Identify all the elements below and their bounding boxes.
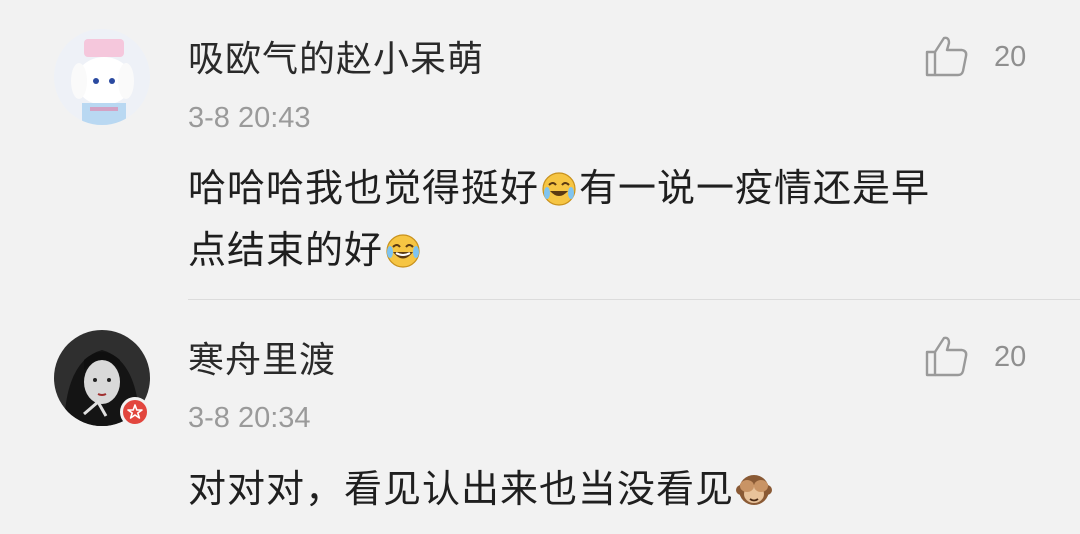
star-icon <box>127 404 143 419</box>
avatar-image <box>54 29 150 125</box>
tears-of-joy-emoji-icon <box>386 234 420 268</box>
like-count: 20 <box>994 341 1027 373</box>
comment-text-part: 点结束的好 <box>188 228 384 272</box>
username[interactable]: 寒舟里渡 <box>188 341 336 381</box>
comment-text-part: 有一说一疫情还是早 <box>579 166 931 210</box>
thumbs-up-icon <box>925 36 968 77</box>
like-button[interactable] <box>924 33 970 79</box>
comment-text-part: 对对对，看见认出来也当没看见 <box>188 467 735 511</box>
like-count: 20 <box>994 41 1027 73</box>
comment-timestamp: 3-8 20:43 <box>188 102 311 134</box>
comment-item: 吸欧气的赵小呆萌 3-8 20:43 20 哈哈哈我也觉得挺好 有一说一疫情还是早… <box>0 0 1080 300</box>
comment-text: 对对对，看见认出来也当没看见 <box>188 458 1008 520</box>
like-button[interactable] <box>924 333 970 379</box>
thumbs-up-icon <box>925 336 968 377</box>
comment-text: 哈哈哈我也觉得挺好 有一说一疫情还是早 点结束的好 <box>188 157 1008 281</box>
username[interactable]: 吸欧气的赵小呆萌 <box>188 40 484 80</box>
verified-badge <box>120 397 150 427</box>
comment-timestamp: 3-8 20:34 <box>188 402 311 434</box>
avatar[interactable] <box>54 29 150 125</box>
comment-text-part: 哈哈哈我也觉得挺好 <box>188 166 540 210</box>
see-no-evil-monkey-emoji-icon <box>736 475 773 505</box>
crying-laughing-emoji-icon <box>542 172 576 206</box>
comment-item: 寒舟里渡 3-8 20:34 20 对对对，看见认出来也当没看见 <box>0 300 1080 534</box>
